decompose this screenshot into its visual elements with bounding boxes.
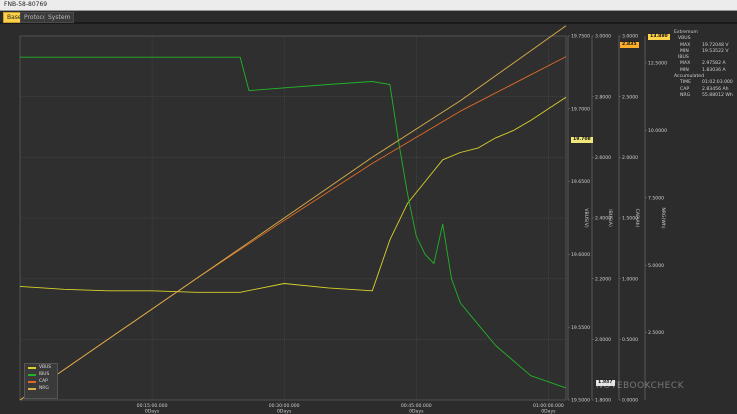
y-tick-label-nrg: 10.0000 bbox=[648, 128, 667, 134]
x-tick-day: 0Days bbox=[145, 409, 160, 414]
y-tick-label-vbus: 19.7500 bbox=[571, 34, 590, 40]
title-bar: FNB-58-80769 bbox=[0, 0, 737, 11]
x-tick-label: 01:00:00.000 bbox=[533, 403, 564, 409]
x-tick-day: 0Days bbox=[409, 409, 424, 414]
legend-swatch bbox=[28, 380, 36, 383]
tab-bar: Base Protocol System bbox=[0, 11, 737, 23]
x-tick-label: 00:15:00.000 bbox=[137, 403, 168, 409]
chart-svg[interactable]: 00:15:00.0000Days00:30:00.0000Days00:45:… bbox=[0, 24, 737, 414]
y-tick-label-nrg: 12.5000 bbox=[648, 61, 667, 67]
y-tick-label-ibus: 1.8000 bbox=[595, 398, 611, 404]
y-axis-title-nrg: NRG(Wh) bbox=[660, 207, 666, 228]
x-tick-day: 0Days bbox=[541, 409, 556, 414]
y-tick-label-ibus: 3.0000 bbox=[595, 34, 611, 40]
x-tick-day: 0Days bbox=[277, 409, 292, 414]
y-tick-label-nrg: 7.5000 bbox=[648, 195, 664, 201]
ibus-flag: 2.835 bbox=[620, 42, 639, 48]
y-tick-label-ibus: 2.6000 bbox=[595, 155, 611, 161]
y-tick-label-vbus: 19.6000 bbox=[571, 252, 590, 258]
chart-area[interactable]: 00:15:00.000 0Days 00:30:00.000 0Days 00:45:… bbox=[0, 24, 737, 414]
legend-swatch bbox=[28, 366, 36, 369]
legend-item-vbus[interactable]: VBUS bbox=[25, 364, 57, 371]
ibus-min-value: 1.83036 A bbox=[702, 67, 726, 73]
extremum-panel: Extremum VBUS MAX 19.72048 V MIN 19.53522 … bbox=[670, 30, 735, 99]
y-tick-label-vbus: 19.5500 bbox=[571, 325, 590, 331]
legend-swatch bbox=[28, 387, 36, 390]
watermark: NOTEBOOKCHECK bbox=[596, 381, 685, 391]
vbus-min-value: 19.53522 V bbox=[702, 48, 729, 54]
y-tick-label-nrg: 5.0000 bbox=[648, 263, 664, 269]
legend-swatch bbox=[28, 373, 36, 376]
y-tick-label-cap: 1.0000 bbox=[622, 276, 638, 282]
legend-item-ibus[interactable]: IBUS bbox=[25, 371, 57, 378]
legend-item-cap[interactable]: CAP bbox=[25, 378, 57, 385]
y-tick-label-cap: 3.0000 bbox=[622, 34, 638, 40]
legend-label: IBUS bbox=[39, 372, 50, 377]
chart-legend[interactable]: VBUS IBUS CAP NRG bbox=[24, 363, 58, 399]
nrg-value: 55.88012 Wh bbox=[702, 92, 733, 98]
y-axis-title-cap: CAP(Ah) bbox=[634, 209, 640, 228]
cap-flag: 13.880 bbox=[648, 34, 670, 40]
legend-label: VBUS bbox=[39, 365, 52, 370]
y-tick-label-ibus: 2.2000 bbox=[595, 276, 611, 282]
nrg-key: NRG bbox=[680, 92, 691, 98]
y-tick-label-cap: 2.5000 bbox=[622, 94, 638, 100]
y-tick-label-ibus: 2.0000 bbox=[595, 337, 611, 343]
vbus-flag: 19.708 bbox=[571, 137, 593, 143]
legend-label: CAP bbox=[39, 379, 48, 384]
y-tick-label-cap: 2.0000 bbox=[622, 155, 638, 161]
y-tick-label-nrg: 2.5000 bbox=[648, 330, 664, 336]
y-tick-label-cap: 0.5000 bbox=[622, 337, 638, 343]
window-title: FNB-58-80769 bbox=[4, 1, 48, 8]
y-tick-label-vbus: 19.5000 bbox=[571, 398, 590, 404]
x-tick-label: 00:30:00.000 bbox=[269, 403, 300, 409]
y-axis-title-vbus: VBUS(V) bbox=[583, 208, 589, 228]
legend-label: NRG bbox=[39, 386, 49, 391]
y-tick-label-cap: 0.0000 bbox=[622, 398, 638, 404]
y-tick-label-vbus: 19.6500 bbox=[571, 179, 590, 185]
y-tick-label-ibus: 2.8000 bbox=[595, 94, 611, 100]
legend-item-nrg[interactable]: NRG bbox=[25, 385, 57, 392]
y-axis-title-ibus: IBUS(A) bbox=[607, 209, 613, 227]
y-tick-label-vbus: 19.7000 bbox=[571, 106, 590, 112]
tab-system[interactable]: System bbox=[44, 12, 75, 23]
x-tick-label: 00:45:00.000 bbox=[401, 403, 432, 409]
